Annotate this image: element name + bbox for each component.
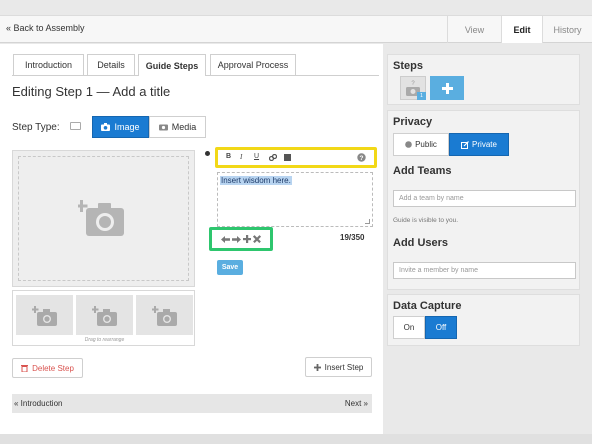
next-step-link[interactable]: Next » — [345, 399, 368, 408]
globe-icon — [405, 141, 412, 148]
svg-text:?: ? — [360, 155, 364, 162]
privacy-public-button[interactable]: Public — [393, 133, 449, 156]
plus-icon[interactable] — [243, 235, 251, 243]
drag-to-rearrange-note: Drag to rearrange — [84, 337, 125, 343]
top-bar: « Back to Assembly View Edit History — [0, 15, 592, 43]
back-to-assembly-link[interactable]: « Back to Assembly — [6, 23, 85, 33]
step-type-media-button[interactable]: Media — [149, 116, 206, 138]
privacy-public-label: Public — [415, 140, 437, 149]
resize-handle[interactable] — [365, 219, 370, 224]
delete-step-label: Delete Step — [32, 363, 74, 373]
add-users-title: Add Users — [393, 237, 449, 249]
line-controls — [209, 227, 273, 251]
thumbnail-slot-1[interactable] — [16, 295, 73, 335]
editor-toolbar: B I U ? — [215, 147, 377, 168]
page-title: Editing Step 1 — Add a title — [12, 84, 171, 99]
delete-step-button[interactable]: Delete Step — [12, 358, 83, 378]
plus-icon — [441, 82, 453, 94]
privacy-private-label: Private — [472, 140, 497, 149]
underline-button[interactable]: U — [254, 153, 259, 160]
help-icon[interactable]: ? — [357, 153, 366, 162]
capture-on-button[interactable]: On — [393, 316, 425, 339]
privacy-private-button[interactable]: Private — [449, 133, 509, 156]
steps-title: Steps — [393, 60, 423, 72]
bottom-bar — [0, 434, 592, 444]
italic-button[interactable]: I — [240, 153, 242, 161]
save-button[interactable]: Save — [217, 260, 243, 275]
steps-panel: Steps ? 1 — [387, 54, 580, 105]
bold-button[interactable]: B — [226, 153, 231, 160]
arrow-right-icon[interactable] — [232, 235, 241, 243]
svg-text:?: ? — [411, 81, 415, 87]
bullet-dot — [205, 151, 210, 156]
step-text-editor[interactable]: Insert wisdom here. — [217, 172, 373, 227]
prev-step-link[interactable]: « Introduction — [14, 399, 62, 408]
capture-off-button[interactable]: Off — [425, 316, 457, 339]
image-insert-icon[interactable] — [284, 154, 291, 161]
main-image-dropzone[interactable] — [12, 150, 195, 287]
card-icon — [70, 122, 81, 130]
add-photo-icon — [78, 200, 124, 236]
add-photo-icon — [92, 306, 117, 326]
trash-icon — [21, 365, 29, 372]
plus-icon — [313, 363, 321, 371]
step-text-content: Insert wisdom here. — [220, 176, 292, 185]
insert-step-label: Insert Step — [324, 362, 364, 372]
data-capture-panel: Data Capture On Off — [387, 294, 580, 346]
add-teams-title: Add Teams — [393, 165, 452, 177]
step-thumbnail[interactable]: ? 1 — [400, 76, 426, 100]
step-number-badge: 1 — [417, 92, 426, 100]
close-icon[interactable] — [253, 235, 261, 243]
tab-approval-process[interactable]: Approval Process — [210, 54, 296, 75]
add-photo-icon — [32, 306, 57, 326]
data-capture-title: Data Capture — [393, 300, 462, 312]
step-type-label: Step Type: — [12, 122, 60, 133]
edit-icon — [461, 140, 469, 149]
nav-view[interactable]: View — [447, 16, 501, 43]
privacy-panel: Privacy Public Private Add Teams Add a t… — [387, 110, 580, 290]
camera-icon — [101, 123, 111, 131]
team-search-input[interactable]: Add a team by name — [393, 190, 576, 207]
tab-details[interactable]: Details — [87, 54, 135, 75]
link-icon[interactable] — [269, 154, 277, 161]
nav-history[interactable]: History — [542, 16, 592, 43]
thumbnail-slot-3[interactable] — [136, 295, 193, 335]
user-search-input[interactable]: Invite a member by name — [393, 262, 576, 279]
step-type-image-button[interactable]: Image — [92, 116, 149, 138]
nav-edit[interactable]: Edit — [501, 16, 542, 43]
tab-guide-steps[interactable]: Guide Steps — [138, 54, 206, 76]
char-count: 19/350 — [340, 233, 365, 242]
step-type-media-label: Media — [171, 122, 197, 132]
insert-step-button[interactable]: Insert Step — [305, 357, 372, 377]
step-type-image-label: Image — [114, 122, 140, 132]
arrow-left-icon[interactable] — [221, 235, 230, 243]
main-panel: Introduction Details Guide Steps Approva… — [0, 44, 383, 434]
step-pager: « Introduction Next » — [12, 394, 372, 413]
add-photo-icon — [152, 306, 177, 326]
privacy-title: Privacy — [393, 116, 433, 128]
add-step-button[interactable] — [430, 76, 464, 100]
thumbnail-strip: Drag to rearrange — [12, 290, 195, 346]
visibility-note: Guide is visible to you. — [393, 217, 459, 224]
video-icon — [158, 124, 168, 131]
thumbnail-slot-2[interactable] — [76, 295, 133, 335]
tab-introduction[interactable]: Introduction — [13, 54, 84, 75]
